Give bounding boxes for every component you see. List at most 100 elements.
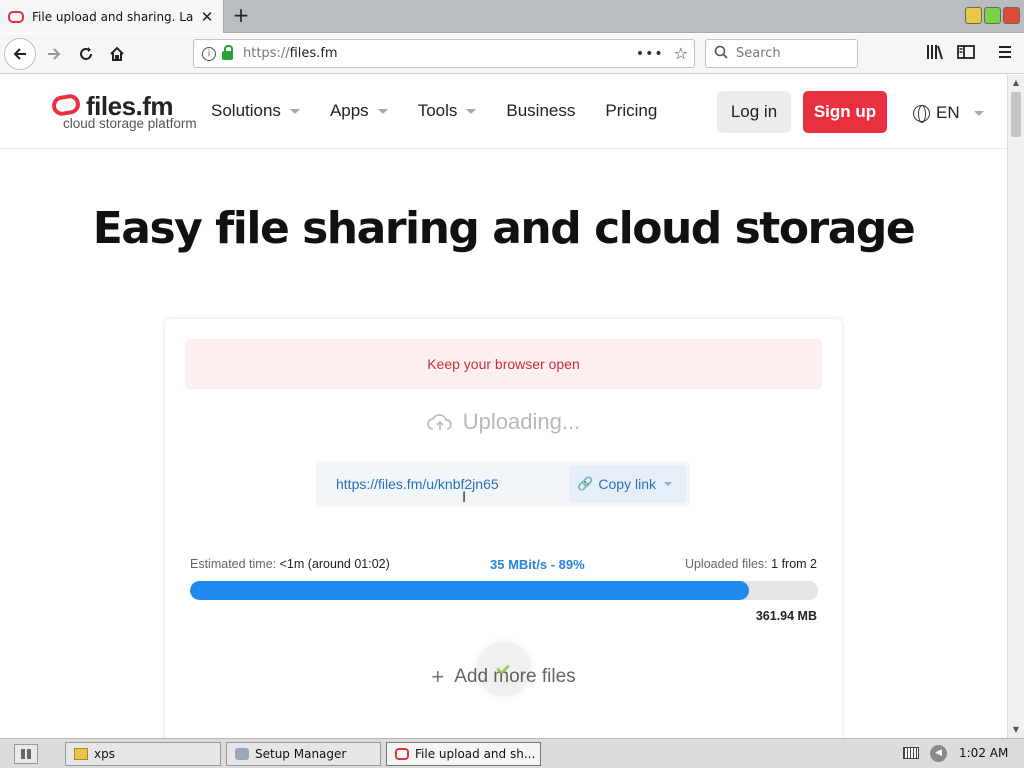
reload-button[interactable] [70, 38, 102, 70]
search-bar[interactable] [705, 39, 858, 68]
url-bar[interactable]: i https://files.fm ••• ☆ [193, 39, 695, 68]
browser-tab[interactable]: File upload and sharing. Large ✕ [0, 0, 224, 33]
estimated-time: Estimated time: <1m (around 01:02) [190, 557, 390, 572]
site-info-icon[interactable]: i [202, 46, 216, 61]
nav-apps[interactable]: Apps [330, 101, 388, 121]
back-arrow-icon [13, 48, 26, 60]
page-actions-icon[interactable]: ••• [636, 46, 664, 62]
browser-tabstrip: File upload and sharing. Large ✕ + [0, 0, 1024, 33]
browser-navbar: i https://files.fm ••• ☆ [0, 34, 1024, 74]
login-button[interactable]: Log in [717, 91, 791, 133]
upload-speed: 35 MBit/s - 89% [490, 557, 585, 572]
scroll-down-arrow-icon[interactable]: ▼ [1008, 722, 1024, 738]
reload-icon [80, 47, 92, 60]
check-icon [495, 660, 511, 676]
start-menu-button[interactable] [14, 744, 38, 764]
upload-status-label: Uploading... [462, 409, 581, 434]
close-window-button[interactable] [1003, 7, 1020, 24]
hero-title: Easy file sharing and cloud storage [92, 203, 916, 254]
new-tab-button[interactable]: + [230, 4, 252, 28]
taskbar-item-label: File upload and sh... [415, 747, 536, 761]
chevron-down-icon [973, 110, 984, 116]
home-icon [110, 46, 124, 61]
keep-browser-open-alert: Keep your browser open [185, 339, 822, 389]
search-input[interactable] [736, 46, 846, 61]
taskbar-item-label: Setup Manager [255, 747, 347, 761]
nav-business[interactable]: Business [506, 101, 575, 121]
setup-manager-icon [235, 748, 249, 760]
upload-progress-bar [190, 581, 818, 600]
link-icon: 🔗 [577, 476, 594, 491]
library-icon[interactable] [925, 44, 945, 64]
uploaded-files: Uploaded files: 1 from 2 [685, 557, 817, 572]
taskbar-item-xps[interactable]: xps [65, 742, 221, 766]
upload-card: Keep your browser open Uploading... http… [165, 319, 842, 738]
nav-tools[interactable]: Tools [418, 101, 477, 121]
click-ripple [477, 642, 531, 696]
taskbar-item-browser[interactable]: File upload and sh... [386, 742, 541, 766]
nav-apps-label: Apps [329, 101, 369, 120]
tab-title: File upload and sharing. Large [32, 9, 193, 24]
upload-size: 361.94 MB [755, 609, 817, 623]
nav-tools-label: Tools [417, 101, 458, 120]
url-text: https://files.fm [243, 46, 636, 61]
forward-arrow-icon [48, 48, 61, 60]
site-header: files.fm cloud storage platform Solution… [0, 75, 1007, 149]
bookmark-star-icon[interactable]: ☆ [674, 44, 688, 63]
copy-link-label: Copy link [598, 476, 656, 492]
os-taskbar: xps Setup Manager File upload and sh... … [0, 738, 1024, 768]
back-button[interactable] [4, 38, 36, 70]
nav-pricing[interactable]: Pricing [605, 101, 657, 121]
nav-solutions[interactable]: Solutions [211, 101, 300, 121]
folder-icon [74, 748, 88, 760]
text-cursor-icon: I [462, 490, 467, 506]
close-tab-icon[interactable]: ✕ [199, 8, 215, 26]
scrollbar-thumb[interactable] [1011, 92, 1021, 137]
page-scrollbar[interactable]: ▲ ▼ [1007, 75, 1024, 738]
upload-stats: Estimated time: <1m (around 01:02) 35 MB… [190, 557, 817, 572]
logo-cloud-icon [50, 92, 82, 118]
files-fm-logo[interactable]: files.fm cloud storage platform [50, 91, 197, 133]
window-controls [965, 7, 1020, 24]
files-fm-favicon-icon [395, 748, 409, 760]
files-fm-favicon-icon [8, 10, 24, 23]
globe-icon [913, 104, 930, 123]
upload-status: Uploading... [165, 409, 842, 435]
page-viewport: files.fm cloud storage platform Solution… [0, 75, 1007, 738]
secure-lock-icon [222, 45, 233, 60]
scroll-up-arrow-icon[interactable]: ▲ [1008, 75, 1024, 91]
main-navigation: Solutions Apps Tools Business Pricing [211, 101, 687, 121]
tray-expand-icon[interactable]: ◀ [930, 745, 947, 762]
language-label: EN [936, 103, 960, 122]
forward-button[interactable] [38, 38, 70, 70]
share-link[interactable]: https://files.fm/u/knbf2jn65 [316, 476, 569, 492]
keyboard-icon[interactable] [903, 747, 919, 759]
uploaded-files-value: 1 from 2 [771, 557, 817, 571]
logo-tagline: cloud storage platform [63, 116, 197, 131]
maximize-window-button[interactable] [984, 7, 1001, 24]
home-button[interactable] [101, 38, 133, 70]
sidebar-toggle-icon[interactable] [956, 44, 976, 64]
share-link-box: https://files.fm/u/knbf2jn65 🔗 Copy link [316, 461, 690, 507]
search-icon [714, 45, 728, 63]
taskbar-item-setup-manager[interactable]: Setup Manager [226, 742, 381, 766]
copy-link-button[interactable]: 🔗 Copy link [569, 465, 686, 503]
estimated-time-label: Estimated time: [190, 557, 277, 571]
chevron-down-icon [664, 482, 672, 486]
language-selector[interactable]: EN [913, 103, 984, 123]
nav-solutions-label: Solutions [211, 101, 281, 120]
cloud-upload-icon [427, 414, 452, 430]
hamburger-menu-icon[interactable] [995, 44, 1015, 64]
clock: 1:02 AM [959, 746, 1009, 760]
upload-progress-fill [190, 581, 749, 600]
chevron-down-icon [377, 108, 388, 114]
uploaded-files-label: Uploaded files: [684, 557, 768, 571]
url-domain: files.fm [289, 46, 338, 61]
estimated-time-value: <1m (around 01:02) [279, 557, 390, 571]
url-scheme: https:// [243, 46, 290, 61]
plus-icon: + [431, 664, 445, 689]
minimize-window-button[interactable] [965, 7, 982, 24]
signup-button[interactable]: Sign up [803, 91, 887, 133]
chevron-down-icon [466, 108, 477, 114]
add-more-files-button[interactable]: + Add more files [165, 642, 842, 696]
